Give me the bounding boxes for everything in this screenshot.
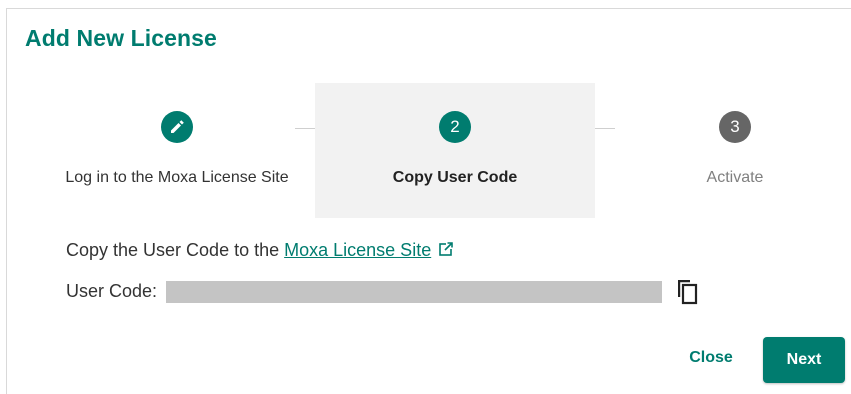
step-3-indicator: 3 — [719, 111, 751, 143]
step-copy-user-code[interactable]: 2 Copy User Code — [315, 83, 595, 218]
external-link-icon[interactable] — [438, 241, 454, 262]
step-login[interactable]: Log in to the Moxa License Site — [37, 83, 317, 218]
step-3-label: Activate — [706, 169, 764, 186]
dialog-title: Add New License — [25, 25, 217, 51]
user-code-field[interactable] — [166, 281, 662, 303]
copy-icon[interactable] — [674, 277, 702, 307]
stepper: Log in to the Moxa License Site 2 Copy U… — [7, 83, 851, 218]
step-1-label: Log in to the Moxa License Site — [65, 169, 289, 186]
instruction-text: Copy the User Code to the Moxa License S… — [66, 240, 454, 262]
pencil-icon — [171, 120, 184, 133]
add-license-dialog: Add New License Log in to the Moxa Licen… — [6, 8, 851, 394]
step-2-indicator: 2 — [439, 111, 471, 143]
close-button[interactable]: Close — [675, 339, 747, 377]
step-activate[interactable]: 3 Activate — [595, 83, 851, 218]
moxa-license-site-link[interactable]: Moxa License Site — [284, 240, 431, 260]
step-1-indicator — [161, 111, 193, 143]
user-code-label: User Code: — [66, 281, 158, 301]
instruction-prefix: Copy the User Code to the — [66, 240, 285, 260]
next-button[interactable]: Next — [763, 337, 845, 383]
step-2-label: Copy User Code — [392, 169, 518, 186]
